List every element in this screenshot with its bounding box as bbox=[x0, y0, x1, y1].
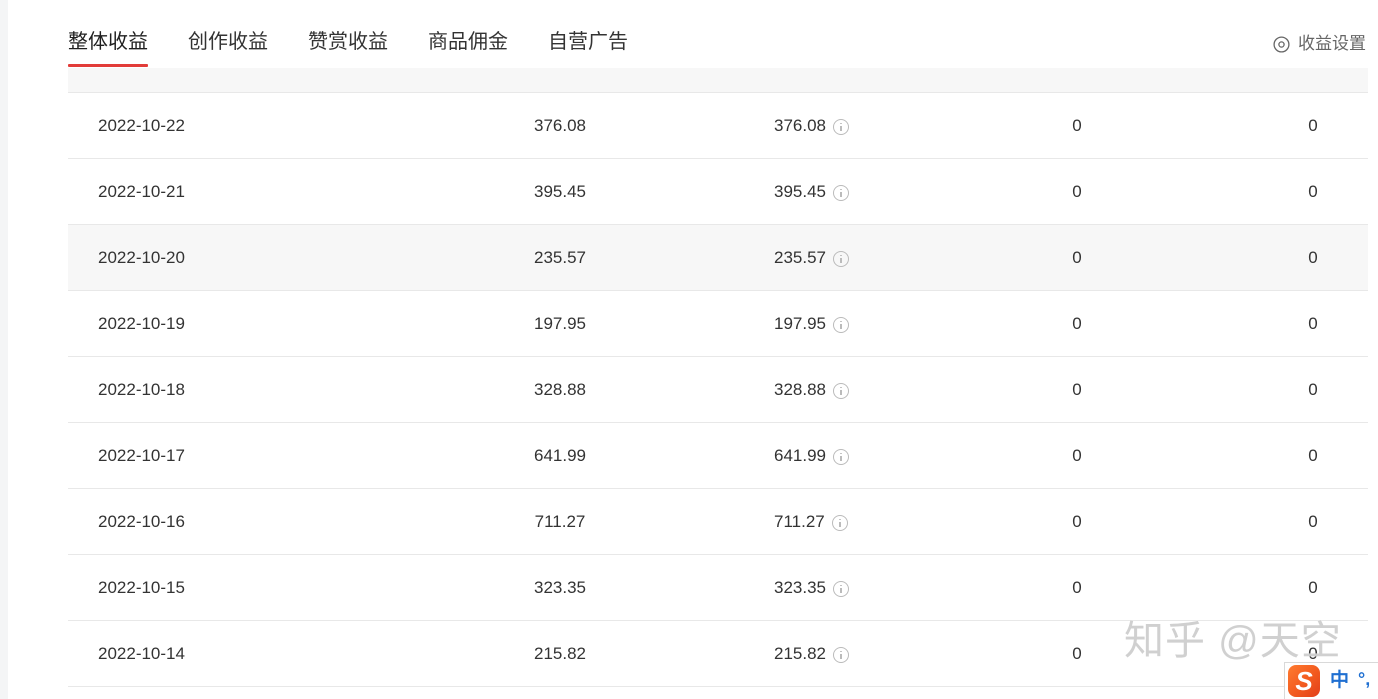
date-cell: 2022-10-21 bbox=[98, 181, 185, 201]
ime-punctuation-toggle[interactable]: °, bbox=[1358, 668, 1370, 690]
info-icon[interactable] bbox=[833, 184, 849, 201]
info-icon[interactable] bbox=[833, 448, 849, 465]
value-cell: 0 bbox=[1072, 379, 1082, 399]
amount-cell: 323.35 bbox=[534, 577, 586, 597]
amount-cell: 376.08 bbox=[534, 115, 586, 135]
amount-detail-cell: 215.82 bbox=[774, 621, 849, 686]
table-row: 2022-10-17 641.99 641.99 0 0 bbox=[68, 423, 1368, 489]
value-cell: 0 bbox=[1308, 445, 1318, 465]
amount-detail-cell: 641.99 bbox=[774, 423, 849, 488]
table-row: 2022-10-14 215.82 215.82 0 0 bbox=[68, 621, 1368, 687]
info-icon[interactable] bbox=[833, 646, 849, 663]
amount-detail-value: 328.88 bbox=[774, 379, 826, 399]
value-cell: 0 bbox=[1072, 181, 1082, 201]
value-cell: 0 bbox=[1308, 577, 1318, 597]
amount-cell: 641.99 bbox=[534, 445, 586, 465]
value-cell: 0 bbox=[1308, 181, 1318, 201]
date-cell: 2022-10-17 bbox=[98, 445, 185, 465]
table-row: 2022-10-16 711.27 711.27 0 0 bbox=[68, 489, 1368, 555]
amount-detail-cell: 323.35 bbox=[774, 555, 849, 620]
value-cell: 0 bbox=[1072, 511, 1082, 531]
amount-cell: 215.82 bbox=[534, 643, 586, 663]
amount-detail-value: 395.45 bbox=[774, 181, 826, 201]
date-cell: 2022-10-18 bbox=[98, 379, 185, 399]
date-cell: 2022-10-16 bbox=[98, 511, 185, 531]
amount-detail-value: 641.99 bbox=[774, 445, 826, 465]
value-cell: 0 bbox=[1308, 379, 1318, 399]
amount-detail-cell: 328.88 bbox=[774, 357, 849, 422]
tab-product-commission[interactable]: 商品佣金 bbox=[428, 30, 508, 67]
value-cell: 0 bbox=[1072, 313, 1082, 333]
info-icon[interactable] bbox=[833, 580, 849, 597]
date-cell: 2022-10-22 bbox=[98, 115, 185, 135]
amount-cell: 197.95 bbox=[534, 313, 586, 333]
table-row: 2022-10-19 197.95 197.95 0 0 bbox=[68, 291, 1368, 357]
table-row: 2022-10-21 395.45 395.45 0 0 bbox=[68, 159, 1368, 225]
date-cell: 2022-10-15 bbox=[98, 577, 185, 597]
amount-detail-value: 215.82 bbox=[774, 643, 826, 663]
amount-detail-value: 323.35 bbox=[774, 577, 826, 597]
value-cell: 0 bbox=[1308, 313, 1318, 333]
table-row: 2022-10-15 323.35 323.35 0 0 bbox=[68, 555, 1368, 621]
info-icon[interactable] bbox=[833, 250, 849, 267]
ime-toolbar: S 中 °, bbox=[1284, 662, 1378, 699]
table-row: 2022-10-18 328.88 328.88 0 0 bbox=[68, 357, 1368, 423]
amount-detail-cell: 376.08 bbox=[774, 93, 849, 158]
value-cell: 0 bbox=[1072, 577, 1082, 597]
value-cell: 0 bbox=[1072, 115, 1082, 135]
ime-logo-icon[interactable]: S bbox=[1288, 665, 1320, 697]
value-cell: 0 bbox=[1308, 247, 1318, 267]
income-table: 2022-10-22 376.08 376.08 0 0 2022-10-21 … bbox=[68, 93, 1368, 687]
income-settings-button[interactable]: 收益设置 bbox=[1273, 34, 1366, 54]
date-cell: 2022-10-19 bbox=[98, 313, 185, 333]
tab-creation-income[interactable]: 创作收益 bbox=[188, 30, 268, 67]
left-edge-strip bbox=[0, 0, 8, 699]
amount-cell: 235.57 bbox=[534, 247, 586, 267]
amount-detail-value: 376.08 bbox=[774, 115, 826, 135]
amount-detail-value: 235.57 bbox=[774, 247, 826, 267]
date-cell: 2022-10-14 bbox=[98, 643, 185, 663]
income-tabs: 整体收益 创作收益 赞赏收益 商品佣金 自营广告 bbox=[68, 30, 668, 67]
value-cell: 0 bbox=[1072, 445, 1082, 465]
date-cell: 2022-10-20 bbox=[98, 247, 185, 267]
amount-cell: 711.27 bbox=[534, 511, 586, 531]
info-icon[interactable] bbox=[831, 514, 848, 531]
tab-overall-income[interactable]: 整体收益 bbox=[68, 30, 148, 67]
settings-icon bbox=[1273, 35, 1290, 53]
amount-cell: 328.88 bbox=[534, 379, 586, 399]
info-icon[interactable] bbox=[833, 382, 849, 399]
tab-self-operated-ads[interactable]: 自营广告 bbox=[548, 30, 628, 67]
income-settings-label: 收益设置 bbox=[1298, 34, 1366, 53]
tab-tips-income[interactable]: 赞赏收益 bbox=[308, 30, 388, 67]
amount-detail-cell: 395.45 bbox=[774, 159, 849, 224]
value-cell: 0 bbox=[1072, 247, 1082, 267]
amount-detail-cell: 235.57 bbox=[774, 225, 849, 290]
amount-detail-value: 197.95 bbox=[774, 313, 826, 333]
ime-language-toggle[interactable]: 中 bbox=[1330, 670, 1349, 692]
table-row: 2022-10-20 235.57 235.57 0 0 bbox=[68, 225, 1368, 291]
info-icon[interactable] bbox=[833, 118, 849, 135]
info-icon[interactable] bbox=[833, 316, 849, 333]
value-cell: 0 bbox=[1308, 115, 1318, 135]
table-row: 2022-10-22 376.08 376.08 0 0 bbox=[68, 93, 1368, 159]
amount-detail-cell: 197.95 bbox=[774, 291, 849, 356]
value-cell: 0 bbox=[1308, 511, 1318, 531]
amount-cell: 395.45 bbox=[534, 181, 586, 201]
amount-detail-value: 711.27 bbox=[774, 511, 825, 531]
amount-detail-cell: 711.27 bbox=[774, 489, 848, 554]
table-header-band bbox=[68, 68, 1368, 93]
value-cell: 0 bbox=[1072, 643, 1082, 663]
